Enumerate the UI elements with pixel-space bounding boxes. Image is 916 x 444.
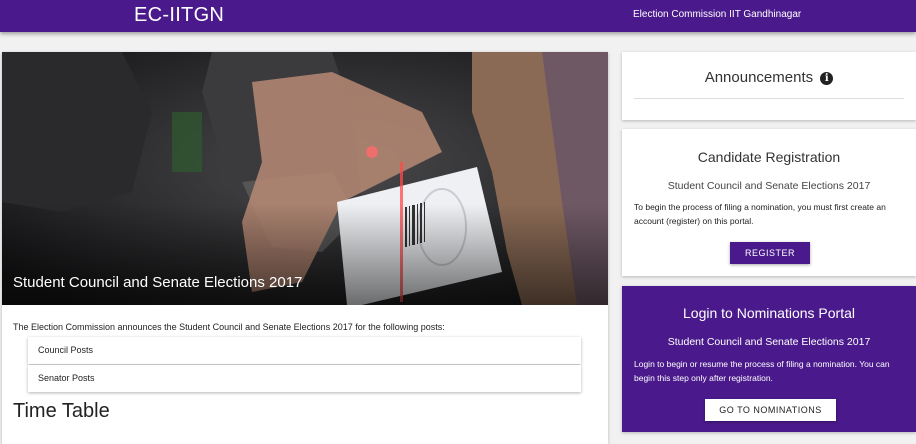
nav-link-election-commission[interactable]: Election Commission IIT Gandhinagar bbox=[633, 9, 801, 20]
announcements-title-text: Announcements bbox=[704, 69, 814, 86]
registration-subtitle: Student Council and Senate Elections 201… bbox=[667, 180, 871, 192]
register-button[interactable]: REGISTER bbox=[730, 242, 810, 264]
elections-card: Student Council and Senate Elections 201… bbox=[2, 52, 608, 444]
post-item-council[interactable]: Council Posts bbox=[28, 337, 581, 364]
timetable-heading: Time Table bbox=[13, 400, 110, 422]
registration-card: Candidate Registration Student Council a… bbox=[622, 129, 916, 276]
announcements-title: Announcements i bbox=[622, 69, 916, 86]
login-text: Login to begin or resume the process of … bbox=[634, 359, 890, 383]
login-subtitle: Student Council and Senate Elections 201… bbox=[667, 336, 871, 348]
info-icon[interactable]: i bbox=[820, 72, 834, 85]
brand-logo[interactable]: EC-IITGN bbox=[134, 4, 224, 27]
go-to-nominations-button[interactable]: GO TO NOMINATIONS bbox=[705, 399, 836, 421]
registration-text: To begin the process of filing a nominat… bbox=[634, 202, 886, 226]
announcements-card: Announcements i bbox=[622, 52, 916, 120]
top-navbar: EC-IITGN Election Commission IIT Gandhin… bbox=[0, 0, 916, 32]
login-card: Login to Nominations Portal Student Coun… bbox=[622, 286, 916, 432]
hero-title: Student Council and Senate Elections 201… bbox=[13, 274, 303, 291]
hero-image: Student Council and Senate Elections 201… bbox=[2, 52, 608, 305]
registration-title: Candidate Registration bbox=[697, 149, 841, 165]
divider bbox=[634, 98, 904, 99]
post-item-senator[interactable]: Senator Posts bbox=[28, 365, 581, 392]
intro-text: The Election Commission announces the St… bbox=[13, 322, 445, 332]
login-title: Login to Nominations Portal bbox=[683, 305, 855, 321]
barcode-scanner-photo bbox=[2, 52, 608, 305]
